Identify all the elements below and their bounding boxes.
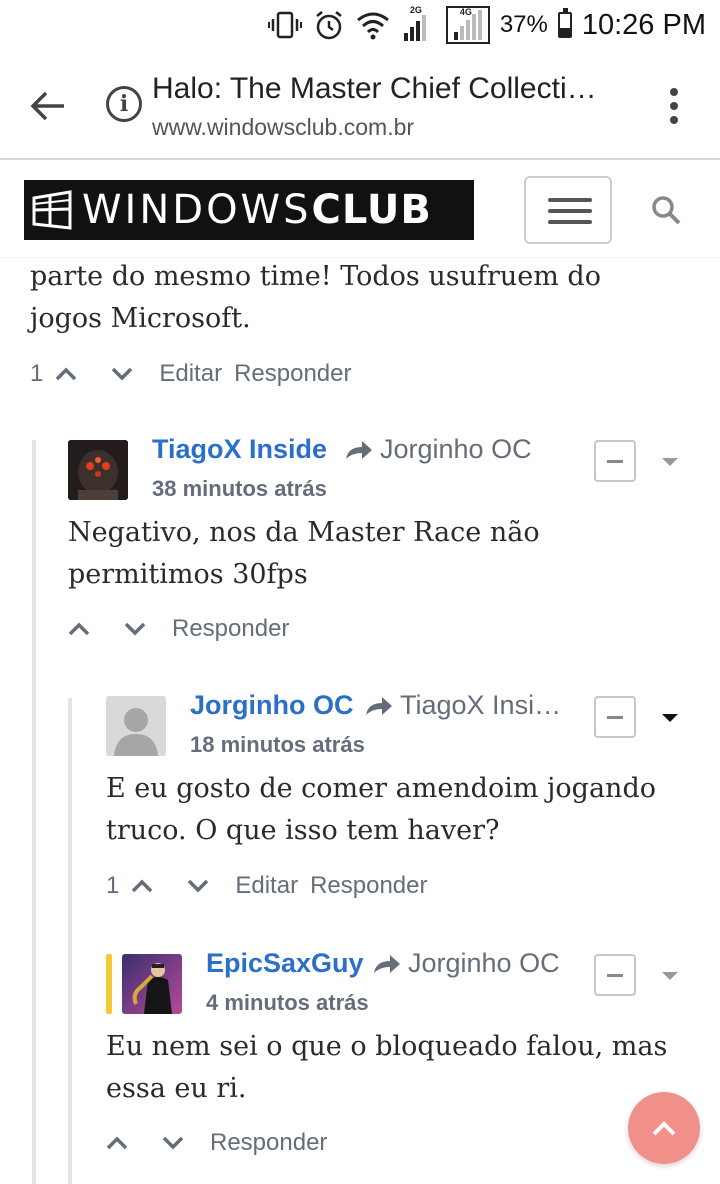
downvote-icon[interactable] — [181, 869, 215, 903]
site-info-icon[interactable]: i — [106, 86, 142, 122]
reply-to[interactable]: Jorginho OC — [344, 434, 532, 465]
reply-arrow-icon — [374, 954, 400, 973]
comment-menu-caret-icon[interactable] — [662, 458, 678, 466]
reply-link[interactable]: Responder — [310, 872, 427, 900]
comment-text: E eu gosto de comer amendoim jogando tru… — [106, 773, 656, 846]
comment-time[interactable]: 4 minutos atrás — [206, 990, 369, 1016]
reply-to[interactable]: Jorginho OC — [372, 948, 560, 979]
comment-text: Negativo, nos da Master Race não permiti… — [68, 517, 540, 590]
reply-link[interactable]: Responder — [210, 1129, 327, 1157]
comment-actions: 1 Editar Responder — [30, 357, 351, 391]
upvote-icon[interactable] — [49, 357, 83, 391]
vibrate-icon — [267, 11, 302, 39]
comment-menu-caret-icon[interactable] — [662, 714, 678, 722]
new-comment-highlight — [106, 954, 112, 1014]
comment-actions: Responder — [100, 1126, 327, 1160]
reply-to-name[interactable]: Jorginho OC — [408, 948, 560, 979]
collapse-button[interactable] — [594, 696, 636, 738]
status-bar: 2G 4G 37% 10:26 PM — [0, 0, 720, 50]
site-header: WINDOWSCLUB — [0, 162, 720, 258]
upvote-icon[interactable] — [100, 1126, 134, 1160]
windows-logo-icon — [32, 190, 72, 230]
signal-2g-icon: 2G — [400, 5, 436, 43]
search-icon[interactable] — [650, 194, 682, 226]
hamburger-menu-button[interactable] — [524, 176, 612, 244]
comments-section: parte do mesmo time! Todos usufruem do j… — [0, 258, 720, 1184]
avatar[interactable] — [122, 954, 182, 1014]
author-name[interactable]: TiagoX Inside — [152, 434, 327, 465]
avatar[interactable] — [106, 696, 166, 756]
battery-icon — [557, 8, 572, 38]
downvote-icon[interactable] — [105, 357, 139, 391]
thread-line — [68, 698, 72, 1184]
logo-text: WINDOWSCLUB — [82, 187, 432, 233]
reply-to[interactable]: TiagoX Insi… — [364, 690, 561, 721]
comment-actions: 1 Editar Responder — [106, 869, 427, 903]
reply-link[interactable]: Responder — [172, 615, 289, 643]
edit-link[interactable]: Editar — [159, 360, 222, 388]
back-arrow-icon[interactable] — [28, 86, 68, 126]
upvote-icon[interactable] — [62, 612, 96, 646]
downvote-icon[interactable] — [156, 1126, 190, 1160]
chevron-up-icon — [652, 1121, 676, 1136]
logo-text-bold: CLUB — [311, 187, 432, 233]
signal-4g-icon: 4G — [445, 6, 490, 44]
thread-line — [32, 440, 36, 1184]
comment-time[interactable]: 38 minutos atrás — [152, 476, 327, 502]
page-title[interactable]: Halo: The Master Chief Collecti… — [152, 72, 622, 106]
collapse-button[interactable] — [594, 440, 636, 482]
vote-count: 1 — [106, 872, 120, 899]
clock: 10:26 PM — [581, 8, 706, 41]
wifi-icon — [356, 12, 389, 40]
scroll-to-top-button[interactable] — [628, 1092, 700, 1164]
logo-text-light: WINDOWS — [82, 187, 312, 233]
upvote-icon[interactable] — [125, 869, 159, 903]
comment-text: Eu nem sei o que o bloqueado falou, mas … — [106, 1031, 668, 1104]
overflow-menu-icon[interactable] — [664, 86, 684, 126]
reply-arrow-icon — [346, 440, 372, 459]
author-name[interactable]: EpicSaxGuy — [206, 948, 364, 979]
battery-percent: 37% — [499, 11, 548, 38]
site-logo[interactable]: WINDOWSCLUB — [24, 180, 474, 240]
alarm-icon — [316, 11, 342, 40]
comment-time[interactable]: 18 minutos atrás — [190, 732, 365, 758]
browser-toolbar: i Halo: The Master Chief Collecti… www.w… — [0, 50, 720, 160]
reply-to-name[interactable]: TiagoX Insi… — [400, 690, 561, 721]
comment-actions: Responder — [62, 612, 289, 646]
url-host[interactable]: www.windowsclub.com.br — [152, 114, 414, 141]
reply-link[interactable]: Responder — [234, 360, 351, 388]
comment-text: parte do mesmo time! Todos usufruem do j… — [30, 261, 601, 334]
comment-menu-caret-icon[interactable] — [662, 972, 678, 980]
collapse-button[interactable] — [594, 954, 636, 996]
avatar[interactable] — [68, 440, 128, 500]
author-name[interactable]: Jorginho OC — [190, 690, 354, 721]
downvote-icon[interactable] — [118, 612, 152, 646]
reply-to-name[interactable]: Jorginho OC — [380, 434, 532, 465]
reply-arrow-icon — [366, 696, 392, 715]
edit-link[interactable]: Editar — [235, 872, 298, 900]
vote-count: 1 — [30, 360, 44, 387]
